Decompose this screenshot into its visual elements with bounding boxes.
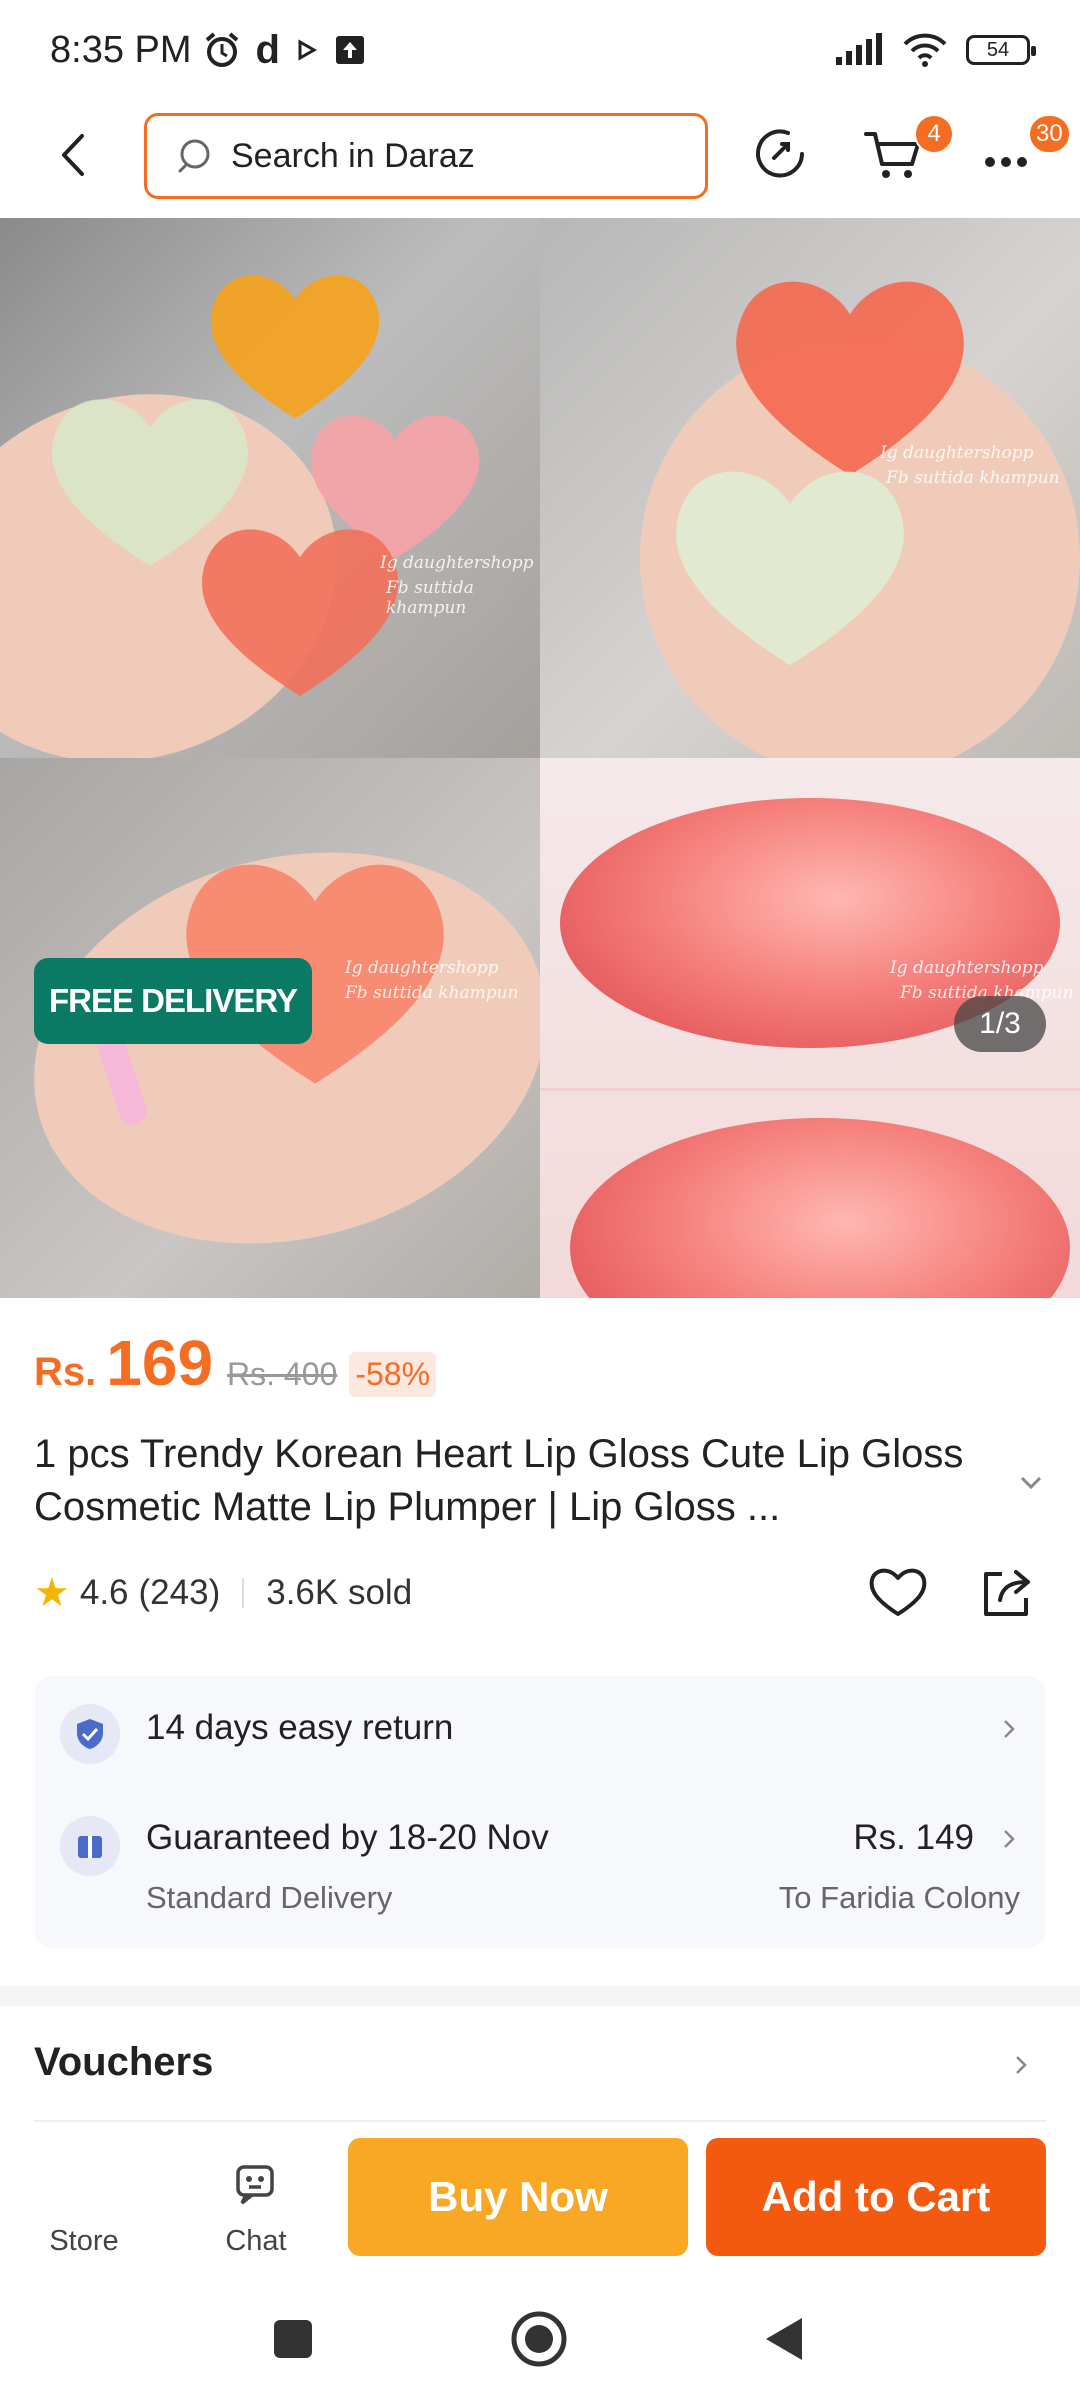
image-counter: 1/3 bbox=[954, 996, 1046, 1052]
heart-icon[interactable] bbox=[866, 1560, 930, 1624]
chat-button[interactable]: Chat bbox=[186, 2124, 326, 2264]
service-box: 14 days easy return Guaranteed by 18-20 … bbox=[34, 1676, 1046, 1948]
alarm-icon bbox=[205, 32, 238, 67]
free-delivery-badge: FREE DELIVERY bbox=[34, 958, 312, 1044]
delivery-row[interactable]: Guaranteed by 18-20 Nov Standard Deliver… bbox=[34, 1786, 1046, 1946]
heart-gloss-red bbox=[201, 529, 399, 696]
buy-now-button[interactable]: Buy Now bbox=[348, 2138, 688, 2256]
chevron-down-icon[interactable] bbox=[1018, 1470, 1044, 1496]
search-placeholder: Search in Daraz bbox=[231, 136, 475, 175]
system-navigation-bar bbox=[0, 2280, 1080, 2400]
upload-icon bbox=[335, 36, 364, 64]
status-icons-right: 54 bbox=[834, 32, 1036, 68]
share-icon[interactable] bbox=[974, 1560, 1038, 1624]
watermark-text: Ig daughtershopp bbox=[880, 443, 1034, 463]
rating-count: (243) bbox=[138, 1573, 221, 1612]
bottom-action-bar: Store Chat Buy Now Add to Cart bbox=[0, 2124, 1080, 2280]
d-app-icon: d bbox=[255, 27, 280, 72]
store-label: Store bbox=[49, 2225, 119, 2257]
product-image-1: Ig daughtershopp Fb suttida khampun bbox=[0, 218, 540, 758]
return-row[interactable]: 14 days easy return bbox=[34, 1676, 1046, 1786]
search-icon bbox=[178, 139, 210, 173]
chevron-right-icon[interactable] bbox=[1010, 2054, 1032, 2076]
cart-badge: 4 bbox=[914, 114, 954, 154]
price-currency: Rs. bbox=[34, 1350, 97, 1394]
star-icon: ★ bbox=[34, 1571, 70, 1615]
product-page: 8:35 PM d 54 Search in Daraz 4 30 Ig dau… bbox=[0, 0, 1080, 2400]
store-button[interactable]: Store bbox=[14, 2124, 154, 2264]
section-divider bbox=[0, 1986, 1080, 2006]
back-arrow-icon[interactable] bbox=[50, 130, 100, 180]
sold-count: 3.6K sold bbox=[266, 1573, 413, 1612]
current-price: 169 bbox=[106, 1327, 214, 1399]
status-icons-left: d bbox=[202, 28, 366, 73]
delivery-box-icon bbox=[60, 1816, 120, 1876]
watermark-text: Fb suttida khampun bbox=[386, 578, 474, 618]
rating-row[interactable]: ★ 4.6 (243) 3.6K sold bbox=[34, 1570, 412, 1616]
top-header: Search in Daraz 4 30 bbox=[0, 110, 1080, 200]
product-image-2: Ig daughtershopp Fb suttida khampun bbox=[540, 218, 1080, 758]
watermark-text: Fb suttida khampun bbox=[886, 468, 1060, 488]
divider bbox=[34, 2120, 1046, 2122]
product-title[interactable]: 1 pcs Trendy Korean Heart Lip Gloss Cute… bbox=[34, 1428, 1014, 1534]
return-label: 14 days easy return bbox=[146, 1708, 454, 1747]
chevron-right-icon bbox=[1004, 1830, 1015, 1848]
rating-value: 4.6 bbox=[79, 1573, 129, 1612]
original-price: Rs. 400 bbox=[227, 1356, 338, 1392]
divider bbox=[242, 1578, 245, 1608]
delivery-location: To Faridia Colony bbox=[778, 1880, 1020, 1915]
chevron-right-icon bbox=[1004, 1720, 1015, 1738]
heart-gloss-green bbox=[676, 471, 904, 666]
history-icon[interactable] bbox=[748, 122, 812, 186]
status-bar: 8:35 PM d 54 bbox=[0, 0, 1080, 100]
wifi-icon bbox=[903, 33, 947, 67]
vouchers-heading[interactable]: Vouchers bbox=[34, 2040, 213, 2085]
play-icon bbox=[298, 39, 317, 61]
battery-icon: 54 bbox=[966, 35, 1036, 65]
delivery-label: Guaranteed by 18-20 Nov bbox=[146, 1818, 549, 1857]
shield-check-icon bbox=[60, 1704, 120, 1764]
watermark-text: Fb suttida khampun bbox=[345, 983, 519, 1003]
search-box[interactable]: Search in Daraz bbox=[144, 113, 708, 199]
chat-label: Chat bbox=[225, 2225, 287, 2257]
chat-icon bbox=[236, 2165, 274, 2205]
delivery-type: Standard Delivery bbox=[146, 1880, 393, 1915]
watermark-text: Ig daughtershopp bbox=[380, 553, 534, 573]
home-icon[interactable] bbox=[504, 2304, 574, 2374]
notification-badge: 30 bbox=[1028, 114, 1071, 154]
watermark-text: Ig daughtershopp bbox=[890, 958, 1044, 978]
add-to-cart-button[interactable]: Add to Cart bbox=[706, 2138, 1046, 2256]
battery-level: 54 bbox=[986, 38, 1010, 61]
status-time: 8:35 PM bbox=[50, 28, 192, 71]
watermark-text: Ig daughtershopp bbox=[345, 958, 499, 978]
delivery-price: Rs. 149 bbox=[853, 1818, 974, 1857]
price-row: Rs. 169 Rs. 400 -58% bbox=[34, 1326, 437, 1400]
signal-icon bbox=[836, 33, 882, 65]
back-icon[interactable] bbox=[750, 2304, 820, 2374]
product-image-gallery[interactable]: Ig daughtershopp Fb suttida khampun Ig d… bbox=[0, 218, 1080, 1298]
recents-icon[interactable] bbox=[258, 2304, 328, 2374]
discount-badge: -58% bbox=[349, 1352, 437, 1397]
